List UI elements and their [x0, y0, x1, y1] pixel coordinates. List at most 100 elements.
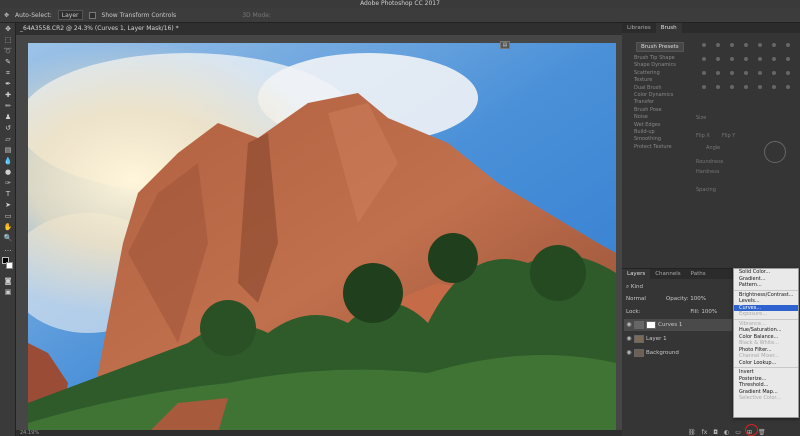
path-select-icon[interactable]: ➤	[2, 200, 14, 210]
hand-icon[interactable]: ✋	[2, 222, 14, 232]
brush-option[interactable]: Texture	[634, 77, 692, 84]
pen-icon[interactable]: ✑	[2, 178, 14, 188]
annotation-circle	[745, 424, 758, 436]
photo-canvas[interactable]	[28, 43, 616, 433]
shape-icon[interactable]: ▭	[2, 211, 14, 221]
menu-item[interactable]: Color Lookup...	[734, 360, 798, 367]
group-folder-icon[interactable]: ▭	[735, 429, 741, 436]
brush-option[interactable]: Noise	[634, 114, 692, 121]
visibility-eye-icon[interactable]: ◉	[624, 319, 634, 331]
brush-option[interactable]: Dual Brush	[634, 85, 692, 92]
document-tab-title: _64A3558.CR2 @ 24.3% (Curves 1, Layer Ma…	[20, 25, 179, 32]
type-icon[interactable]: T	[2, 189, 14, 199]
fill-value[interactable]: 100%	[701, 309, 717, 315]
brush-option[interactable]: Build-up	[634, 129, 692, 136]
menu-item: Selective Color...	[739, 395, 781, 401]
crop-icon[interactable]: ⌗	[2, 68, 14, 78]
layer-name: Background	[646, 350, 679, 356]
window-title: Adobe Photoshop CC 2017	[0, 0, 800, 8]
eyedropper-icon[interactable]: ✒	[2, 79, 14, 89]
opacity-value[interactable]: 100%	[690, 296, 706, 302]
visibility-eye-icon[interactable]: ◉	[624, 333, 634, 345]
brush-icon[interactable]: ✏	[2, 101, 14, 111]
tab-paths[interactable]: Paths	[686, 269, 711, 279]
brush-tip-grid[interactable]	[696, 37, 796, 113]
auto-select-label: Auto-Select:	[15, 11, 52, 19]
brush-option[interactable]: Shape Dynamics	[634, 62, 692, 69]
search-icon: ⌕	[626, 284, 630, 290]
brush-option[interactable]: Brush Pose	[634, 107, 692, 114]
lasso-icon[interactable]: ➰	[2, 46, 14, 56]
layer-row[interactable]: ◉ Layer 1	[624, 333, 732, 345]
brush-properties: Size Flip X Flip Y Angle Roundness Hardn…	[696, 115, 796, 193]
layer-name: Curves 1	[658, 322, 683, 328]
visibility-eye-icon[interactable]: ◉	[624, 347, 634, 359]
brush-option[interactable]: Protect Texture	[634, 144, 692, 151]
layer-mask-thumbnail[interactable]	[646, 321, 656, 329]
zoom-icon[interactable]: 🔍	[2, 233, 14, 243]
menu-item[interactable]: Pattern...	[734, 282, 798, 289]
fx-icon[interactable]: fx	[702, 429, 708, 436]
brush-option[interactable]: Brush Tip Shape	[634, 55, 692, 62]
menu-separator	[734, 318, 798, 320]
opacity-label: Opacity:	[665, 296, 689, 302]
gradient-icon[interactable]: ▤	[2, 145, 14, 155]
menu-item: Exposure...	[739, 311, 767, 317]
link-icon[interactable]: ⛓	[688, 429, 696, 436]
move-icon[interactable]: ✥	[2, 24, 14, 34]
marquee-icon[interactable]: ⬚	[2, 35, 14, 45]
kind-filter-label: Kind	[630, 284, 643, 290]
show-transform-checkbox[interactable]	[88, 11, 96, 19]
angle-dial-icon[interactable]	[764, 141, 786, 163]
brush-option[interactable]: Scattering	[634, 70, 692, 77]
size-label: Size	[696, 115, 707, 121]
blend-mode-dropdown[interactable]: Normal	[626, 296, 646, 302]
move-tool-icon[interactable]: ✥	[4, 12, 9, 19]
add-mask-icon[interactable]: ◘	[713, 429, 718, 436]
adjustment-layer-icon[interactable]: ◐	[724, 429, 729, 436]
brush-option[interactable]: Wet Edges	[634, 122, 692, 129]
background-color[interactable]	[6, 262, 13, 269]
status-bar: 24.19%	[16, 430, 622, 436]
layer-name: Layer 1	[646, 336, 667, 342]
document-tab[interactable]: _64A3558.CR2 @ 24.3% (Curves 1, Layer Ma…	[16, 23, 622, 35]
options-bar: ✥ Auto-Select: Layer Show Transform Cont…	[0, 8, 800, 23]
kind-filter[interactable]: ⌕ Kind	[626, 284, 643, 291]
canvas-area[interactable]: ▤	[16, 35, 622, 433]
tab-layers[interactable]: Layers	[622, 269, 651, 279]
layer-row[interactable]: ◉ Background	[624, 347, 732, 359]
tab-channels[interactable]: Channels	[650, 269, 685, 279]
collapse-panel-icon[interactable]: ▤	[500, 41, 510, 49]
quick-select-icon[interactable]: ✎	[2, 57, 14, 67]
mode-3d-label: 3D Mode:	[242, 11, 271, 19]
new-adjustment-layer-menu: Solid Color... Gradient... Pattern... Br…	[733, 268, 799, 418]
healing-icon[interactable]: ✚	[2, 90, 14, 100]
tab-brush[interactable]: Brush	[655, 23, 682, 33]
menu-separator	[734, 367, 798, 368]
screen-mode-icon[interactable]: ▣	[2, 287, 14, 297]
lock-row: Lock: Fill: 100%	[626, 309, 717, 315]
flip-y-label[interactable]: Flip Y	[722, 133, 735, 139]
trash-icon[interactable]: 🗑	[758, 429, 766, 436]
color-swatches[interactable]	[2, 257, 13, 273]
show-transform-label: Show Transform Controls	[101, 11, 177, 19]
more-tools-icon[interactable]: …	[2, 244, 14, 254]
brush-panel-tabs: Libraries Brush	[622, 23, 800, 33]
hardness-label: Hardness	[696, 169, 720, 175]
stamp-icon[interactable]: ♟	[2, 112, 14, 122]
brush-option[interactable]: Smoothing	[634, 136, 692, 143]
layer-row[interactable]: ◉ Curves 1	[624, 319, 732, 331]
eraser-icon[interactable]: ▱	[2, 134, 14, 144]
blend-row: Normal Opacity: 100%	[626, 296, 706, 302]
zoom-readout[interactable]: 24.19%	[20, 430, 39, 436]
brush-presets-button[interactable]: Brush Presets	[636, 42, 684, 52]
blur-icon[interactable]: 💧	[2, 156, 14, 166]
brush-option[interactable]: Color Dynamics	[634, 92, 692, 99]
flip-x-label[interactable]: Flip X	[696, 133, 710, 139]
brush-option[interactable]: Transfer	[634, 99, 692, 106]
dodge-icon[interactable]: ●	[2, 167, 14, 177]
tab-libraries[interactable]: Libraries	[622, 23, 656, 33]
auto-select-dropdown[interactable]: Layer	[57, 10, 83, 20]
quick-mask-icon[interactable]: ◙	[2, 276, 14, 286]
history-brush-icon[interactable]: ↺	[2, 123, 14, 133]
